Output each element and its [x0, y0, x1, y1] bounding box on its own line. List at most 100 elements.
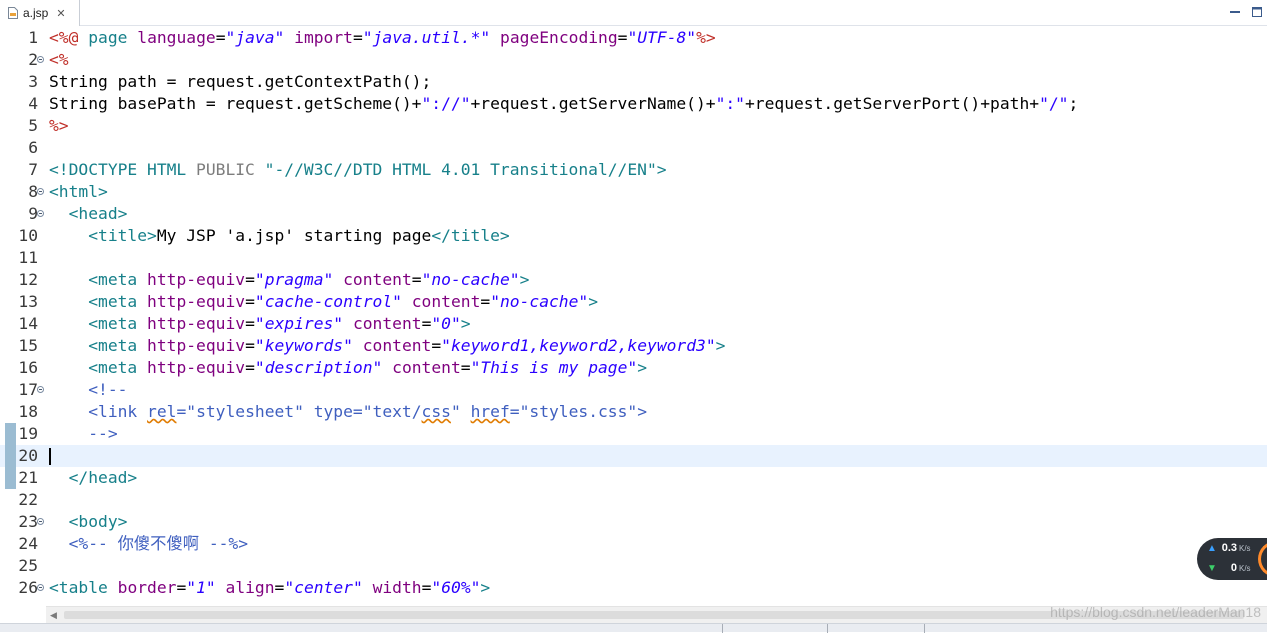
fold-toggle-icon[interactable]: [37, 56, 44, 63]
code-text: <table border="1" align="center" width="…: [49, 578, 491, 597]
jsp-file-icon: [8, 7, 18, 19]
line-number: 24: [18, 534, 38, 553]
code-text: <body>: [68, 512, 128, 531]
code-text: <html>: [49, 182, 108, 201]
fold-toggle-icon[interactable]: [37, 188, 44, 195]
line-number: 2: [28, 50, 38, 69]
upload-speed: ▲ 0.3 K/s: [1207, 542, 1251, 558]
line-number: 8: [28, 182, 38, 201]
code-line[interactable]: 18 <link rel="stylesheet" type="text/css…: [0, 401, 1267, 423]
upload-unit: K/s: [1239, 544, 1251, 553]
code-line[interactable]: 1 <%@ page language="java" import="java.u…: [0, 27, 1267, 49]
download-unit: K/s: [1239, 564, 1251, 573]
code-text: <meta http-equiv="pragma" content="no-ca…: [88, 270, 530, 289]
code-text: <meta http-equiv="keywords" content="key…: [88, 336, 726, 355]
close-icon[interactable]: ✕: [56, 7, 65, 20]
code-line[interactable]: 11: [0, 247, 1267, 269]
code-line[interactable]: 25: [0, 555, 1267, 577]
code-line[interactable]: 21 </head>: [0, 467, 1267, 489]
minimize-icon[interactable]: [1229, 3, 1241, 15]
code-line[interactable]: 3 String path = request.getContextPath();: [0, 71, 1267, 93]
download-speed: ▼ 0 K/s: [1207, 562, 1251, 578]
code-text: <meta http-equiv="expires" content="0">: [88, 314, 471, 333]
code-line[interactable]: 8 <html>: [0, 181, 1267, 203]
upload-value: 0.3: [1221, 542, 1237, 554]
code-text: <title>My JSP 'a.jsp' starting page</tit…: [88, 226, 510, 245]
window-buttons: [1229, 3, 1263, 17]
line-number: 5: [28, 116, 38, 135]
line-number: 11: [18, 248, 38, 267]
status-bar: [0, 623, 1267, 633]
tab-a-jsp[interactable]: a.jsp ✕: [0, 0, 80, 26]
code-line[interactable]: 13 <meta http-equiv="cache-control" cont…: [0, 291, 1267, 313]
line-number: 26: [18, 578, 38, 597]
code-line[interactable]: 12 <meta http-equiv="pragma" content="no…: [0, 269, 1267, 291]
code-line[interactable]: 6: [0, 137, 1267, 159]
code-text: <!DOCTYPE HTML PUBLIC "-//W3C//DTD HTML …: [49, 160, 667, 179]
upload-arrow-icon: ▲: [1207, 543, 1217, 554]
line-number: 19: [18, 424, 38, 443]
code-line[interactable]: 24 <%-- 你傻不傻啊 --%>: [0, 533, 1267, 555]
tab-label: a.jsp: [23, 6, 49, 20]
code-text: <%: [49, 50, 69, 69]
line-number: 14: [18, 314, 38, 333]
code-line[interactable]: 16 <meta http-equiv="description" conten…: [0, 357, 1267, 379]
code-line[interactable]: 9 <head>: [0, 203, 1267, 225]
code-text: <!--: [88, 380, 128, 399]
network-speed-widget[interactable]: ▲ 0.3 K/s ▼ 0 K/s: [1197, 538, 1267, 580]
code-editor[interactable]: 1 <%@ page language="java" import="java.u…: [0, 26, 1267, 606]
fold-toggle-icon[interactable]: [37, 386, 44, 393]
code-line[interactable]: 19 -->: [0, 423, 1267, 445]
line-number: 1: [28, 28, 38, 47]
code-line[interactable]: 4 String basePath = request.getScheme()+"…: [0, 93, 1267, 115]
line-number: 21: [18, 468, 38, 487]
code-line[interactable]: 5 %>: [0, 115, 1267, 137]
code-line[interactable]: 20: [0, 445, 1267, 467]
line-number: 10: [18, 226, 38, 245]
line-number: 18: [18, 402, 38, 421]
speed-ring: [1258, 541, 1267, 577]
download-arrow-icon: ▼: [1207, 563, 1217, 574]
line-number: 9: [28, 204, 38, 223]
editor-tab-bar: a.jsp ✕: [0, 0, 1267, 26]
fold-toggle-icon[interactable]: [37, 584, 44, 591]
code-line[interactable]: 23 <body>: [0, 511, 1267, 533]
code-text: <%@ page language="java" import="java.ut…: [49, 28, 716, 47]
arrow-left-icon[interactable]: ◀: [50, 611, 57, 621]
maximize-icon[interactable]: [1251, 3, 1263, 17]
code-text: String basePath = request.getScheme()+":…: [49, 94, 1079, 113]
code-line[interactable]: 14 <meta http-equiv="expires" content="0…: [0, 313, 1267, 335]
code-text: <meta http-equiv="cache-control" content…: [88, 292, 599, 311]
code-line[interactable]: 15 <meta http-equiv="keywords" content="…: [0, 335, 1267, 357]
line-number: 17: [18, 380, 38, 399]
code-text: <meta http-equiv="description" content="…: [88, 358, 648, 377]
line-number: 16: [18, 358, 38, 377]
code-text: <link rel="stylesheet" type="text/css" h…: [88, 402, 648, 421]
text-caret: [49, 448, 51, 465]
line-number: 22: [18, 490, 38, 509]
code-text: <head>: [68, 204, 128, 223]
line-number: 13: [18, 292, 38, 311]
watermark: https://blog.csdn.net/leaderMan18: [1050, 604, 1261, 620]
fold-toggle-icon[interactable]: [37, 210, 44, 217]
code-text: %>: [49, 116, 69, 135]
line-number: 6: [28, 138, 38, 157]
code-text: <%-- 你傻不傻啊 --%>: [68, 534, 249, 553]
code-text: -->: [88, 424, 118, 443]
code-line[interactable]: 17 <!--: [0, 379, 1267, 401]
code-line[interactable]: 22: [0, 489, 1267, 511]
line-number: 23: [18, 512, 38, 531]
line-number: 7: [28, 160, 38, 179]
line-number: 4: [28, 94, 38, 113]
line-number: 20: [18, 446, 38, 465]
code-line[interactable]: 7 <!DOCTYPE HTML PUBLIC "-//W3C//DTD HTML…: [0, 159, 1267, 181]
code-text: </head>: [68, 468, 138, 487]
code-line[interactable]: 10 <title>My JSP 'a.jsp' starting page</…: [0, 225, 1267, 247]
line-number: 12: [18, 270, 38, 289]
line-number: 25: [18, 556, 38, 575]
fold-toggle-icon[interactable]: [37, 518, 44, 525]
download-value: 0: [1230, 562, 1237, 574]
code-line[interactable]: 26 <table border="1" align="center" width…: [0, 577, 1267, 599]
line-number: 15: [18, 336, 38, 355]
code-line[interactable]: 2 <%: [0, 49, 1267, 71]
